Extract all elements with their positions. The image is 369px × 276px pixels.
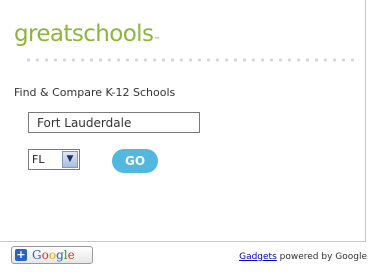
google-letter: o	[41, 248, 49, 262]
logo-part-great: great	[14, 21, 72, 47]
footer-attribution: Gadgets powered by Google	[239, 252, 367, 262]
add-to-google-button[interactable]: + Google	[11, 246, 93, 264]
state-select-value: FL	[32, 153, 45, 166]
gadgets-link[interactable]: Gadgets	[239, 252, 277, 262]
google-wordmark: Google	[32, 247, 75, 263]
section-heading: Find & Compare K-12 Schools	[14, 86, 176, 99]
logo-part-schools: schools	[71, 21, 154, 47]
greatschools-logo: greatschools™	[14, 20, 160, 48]
google-letter: g	[56, 248, 64, 262]
plus-icon: +	[15, 248, 27, 261]
powered-by-text: powered by Google	[276, 252, 367, 262]
city-input[interactable]	[28, 112, 200, 133]
gadget-panel: greatschools™ Find & Compare K-12 School…	[0, 0, 366, 242]
state-select[interactable]: FL ▼	[28, 149, 80, 170]
google-letter: G	[32, 248, 42, 262]
go-button[interactable]: GO	[112, 149, 158, 173]
dotted-divider	[24, 58, 354, 62]
google-letter: e	[67, 248, 75, 262]
chevron-down-icon[interactable]: ▼	[62, 151, 78, 168]
logo-trademark: ™	[153, 36, 160, 44]
google-letter: o	[48, 248, 57, 262]
